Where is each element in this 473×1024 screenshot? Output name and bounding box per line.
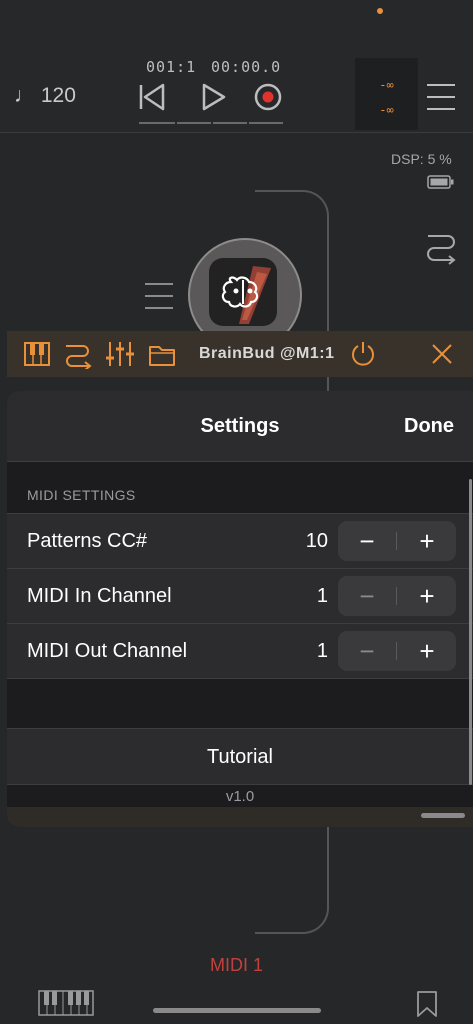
midi-in-channel-stepper[interactable]: − + <box>338 576 456 616</box>
track-label[interactable]: MIDI 1 <box>0 955 473 976</box>
horizontal-scrollbar[interactable] <box>421 813 465 818</box>
meter-bottom-value: -∞ <box>379 103 394 117</box>
piano-keyboard-icon[interactable] <box>38 990 94 1016</box>
transport-underline <box>177 122 211 124</box>
mixer-sliders-icon[interactable] <box>105 340 135 368</box>
sheet-footer <box>7 807 473 827</box>
increment-button[interactable]: + <box>398 521 456 561</box>
record-icon[interactable] <box>253 82 283 112</box>
keyboard-icon[interactable] <box>24 342 50 366</box>
setting-value: 1 <box>316 640 328 662</box>
midi-out-channel-stepper[interactable]: − + <box>338 631 456 671</box>
close-icon[interactable] <box>431 343 453 365</box>
bar-position: 001:1 <box>146 58 197 76</box>
folder-icon[interactable] <box>148 343 176 367</box>
decrement-button[interactable]: − <box>338 521 396 561</box>
sheet-header: Settings Done <box>7 391 473 462</box>
patterns-cc-stepper[interactable]: − + <box>338 521 456 561</box>
stepper-divider <box>396 532 397 550</box>
home-indicator[interactable] <box>153 1008 321 1013</box>
tempo-display[interactable]: ♩ 120 <box>14 84 76 108</box>
setting-value: 1 <box>316 585 328 607</box>
setting-label: MIDI In Channel <box>27 585 172 607</box>
plugin-title: BrainBud @M1:1 <box>199 345 335 362</box>
chain-menu-icon[interactable] <box>145 283 173 319</box>
stepper-divider <box>396 587 397 605</box>
dsp-readout: DSP: 5 % <box>391 151 452 167</box>
section-header: MIDI SETTINGS <box>27 487 136 503</box>
routing-icon[interactable] <box>63 341 93 369</box>
increment-button[interactable]: + <box>398 631 456 671</box>
decrement-button[interactable]: − <box>338 576 396 616</box>
tutorial-button[interactable]: Tutorial <box>7 728 473 785</box>
done-button[interactable]: Done <box>404 415 454 438</box>
transport-underline <box>213 122 247 124</box>
setting-label: MIDI Out Channel <box>27 640 188 662</box>
setting-row-patterns-cc: Patterns CC# 10 − + <box>7 513 473 568</box>
setting-label: Patterns CC# <box>27 530 148 552</box>
meter-top-value: -∞ <box>379 78 394 92</box>
setting-value: 10 <box>305 530 328 552</box>
output-meter[interactable]: -∞ -∞ <box>355 58 418 130</box>
menu-icon[interactable] <box>426 82 456 112</box>
transport-underline <box>249 122 283 124</box>
note-icon: ♩ <box>14 84 35 107</box>
bookmark-icon[interactable] <box>416 990 438 1018</box>
status-dot <box>377 8 383 14</box>
version-label: v1.0 <box>225 788 255 805</box>
play-icon[interactable] <box>201 82 227 112</box>
decrement-button[interactable]: − <box>338 631 396 671</box>
plugin-icon[interactable] <box>209 258 277 326</box>
power-icon[interactable] <box>349 340 377 368</box>
settings-sheet: Settings Done MIDI SETTINGS Patterns CC#… <box>7 391 473 827</box>
brain-icon <box>221 266 271 324</box>
plugin-toolbar: BrainBud @M1:1 <box>7 331 473 377</box>
tempo-value: 120 <box>40 84 76 107</box>
setting-row-midi-in-channel: MIDI In Channel 1 − + <box>7 568 473 623</box>
routing-icon[interactable] <box>424 228 458 268</box>
dsp-label: DSP: <box>391 151 424 167</box>
tutorial-label: Tutorial <box>207 746 273 768</box>
stepper-divider <box>396 642 397 660</box>
dsp-value: 5 % <box>427 151 452 167</box>
transport-underline <box>139 122 175 124</box>
battery-icon <box>427 175 454 189</box>
vertical-scrollbar[interactable] <box>469 479 472 785</box>
time-position: 00:00.0 <box>211 58 282 76</box>
increment-button[interactable]: + <box>398 576 456 616</box>
setting-row-midi-out-channel: MIDI Out Channel 1 − + <box>7 623 473 679</box>
rewind-icon[interactable] <box>138 82 166 112</box>
transport-bar: ♩ 120 001:1 00:00.0 -∞ -∞ <box>0 0 473 133</box>
